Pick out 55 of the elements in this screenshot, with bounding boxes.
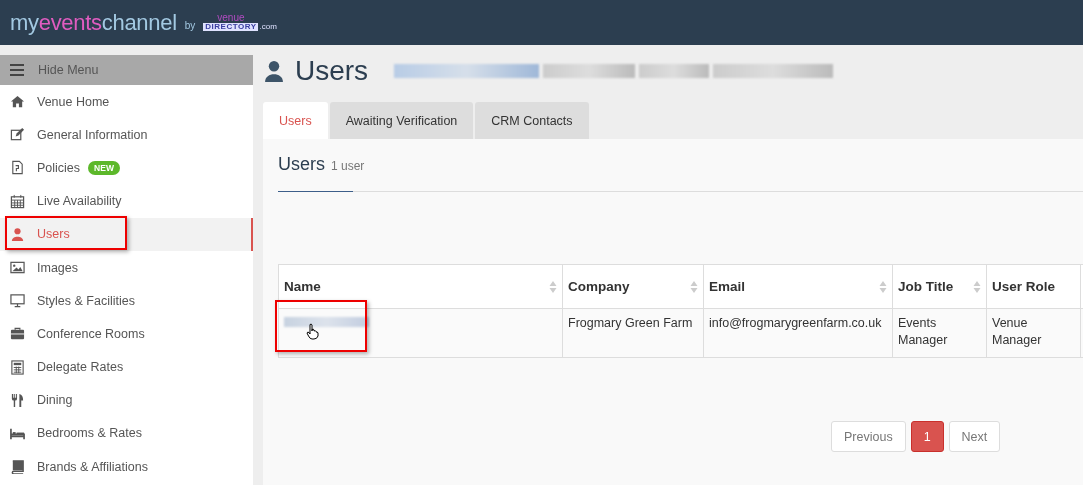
home-icon xyxy=(10,94,25,110)
column-header[interactable]: Email xyxy=(703,264,893,309)
tab[interactable]: Users xyxy=(263,102,328,139)
column-header[interactable]: Company xyxy=(562,264,704,309)
panel-title: Users xyxy=(278,154,325,175)
table-cell: info@frogmarygreenfarm.co.uk xyxy=(703,308,893,358)
sort-icon[interactable] xyxy=(549,279,557,294)
sidebar-item[interactable]: Live Availability xyxy=(0,184,253,218)
brand-logo[interactable]: myeventschannel xyxy=(10,9,177,36)
partner-logo-suffix: .com xyxy=(259,22,277,31)
sidebar-item[interactable]: Styles & Facilities xyxy=(0,284,253,318)
column-header[interactable]: Job Title xyxy=(892,264,987,309)
sort-icon[interactable] xyxy=(879,279,887,294)
sidebar-item[interactable]: General Information xyxy=(0,118,253,152)
document-icon xyxy=(10,160,25,176)
monitor-icon xyxy=(10,293,25,309)
column-header[interactable]: User Role xyxy=(986,264,1081,309)
sidebar-item[interactable]: Venue Home xyxy=(0,85,253,119)
page-title: Users xyxy=(295,55,369,87)
sidebar-item[interactable]: Users xyxy=(0,217,253,251)
image-icon xyxy=(10,260,25,276)
cutlery-icon xyxy=(10,392,25,408)
calendar-icon xyxy=(10,193,25,209)
previous-button[interactable]: Previous xyxy=(831,421,906,452)
user-count: 1 user xyxy=(331,159,365,173)
book-icon xyxy=(10,459,25,475)
hand-cursor-icon xyxy=(306,323,320,340)
user-icon xyxy=(263,59,285,83)
column-header[interactable]: Name xyxy=(278,264,563,309)
user-icon xyxy=(10,226,25,242)
next-button[interactable]: Next xyxy=(948,421,1001,452)
edit-icon xyxy=(10,127,25,143)
menu-icon xyxy=(10,64,24,76)
partner-logo: DIRECTORY xyxy=(203,22,259,31)
sidebar-item[interactable]: Conference Rooms xyxy=(0,317,253,351)
new-badge: NEW xyxy=(88,160,120,175)
sort-icon[interactable] xyxy=(973,279,981,294)
briefcase-icon xyxy=(10,326,25,342)
redacted-name-link[interactable] xyxy=(284,317,369,327)
partner-logo-top: venue xyxy=(217,12,245,23)
calculator-icon xyxy=(10,359,25,375)
table-cell: Venue Manager xyxy=(986,308,1081,358)
sidebar-item[interactable]: Delegate Rates xyxy=(0,350,253,384)
sidebar-item[interactable]: Images xyxy=(0,250,253,285)
sidebar-item[interactable]: Policies NEW xyxy=(0,151,253,185)
sort-icon[interactable] xyxy=(690,279,698,294)
tab[interactable]: Awaiting Verification xyxy=(329,102,474,139)
sidebar-item[interactable]: Bedrooms & Rates xyxy=(0,416,253,451)
table-cell: Events Manager xyxy=(892,308,987,358)
tab[interactable]: CRM Contacts xyxy=(475,102,589,139)
table-cell: Frogmary Green Farm xyxy=(562,308,704,358)
sidebar-item[interactable]: Brands & Affiliations xyxy=(0,450,253,484)
page-button[interactable]: 1 xyxy=(910,421,944,452)
by-text: by xyxy=(184,20,196,31)
sidebar-item[interactable]: Dining xyxy=(0,383,253,417)
